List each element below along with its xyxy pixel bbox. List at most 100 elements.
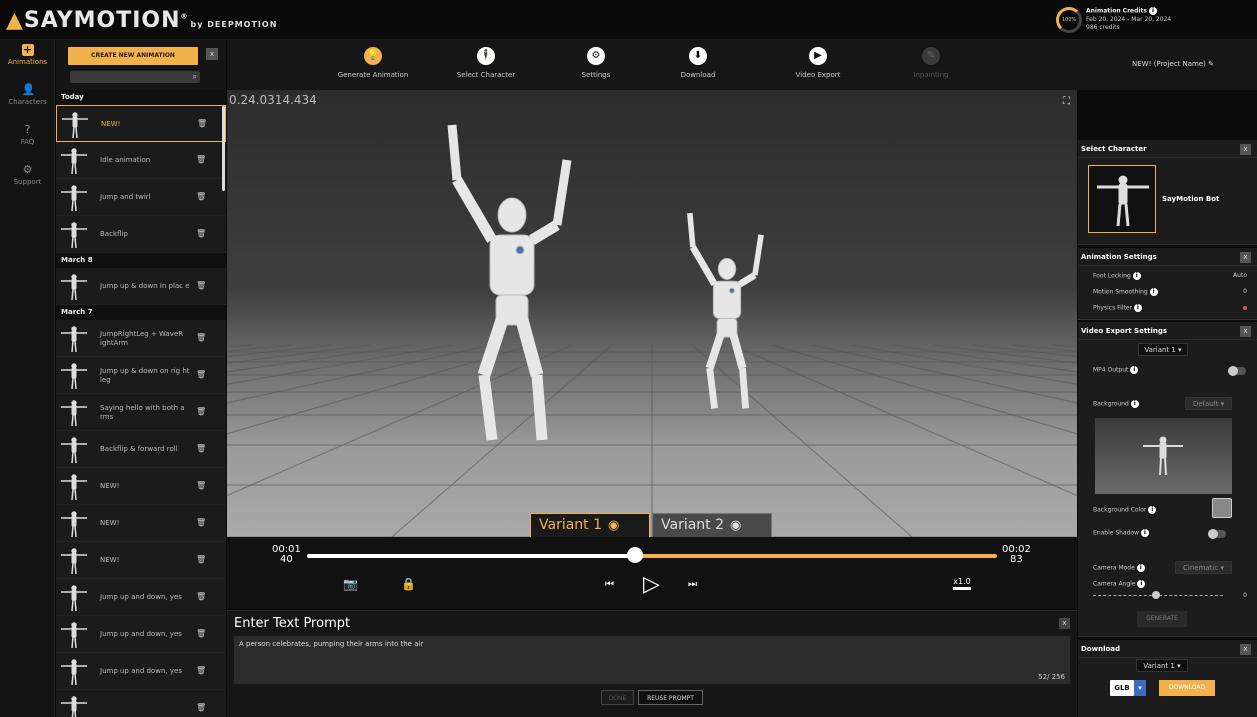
history-item[interactable]: Backflip & forward roll 🗑 (56, 431, 226, 468)
history-item[interactable]: 🗑 (56, 690, 226, 717)
history-item[interactable]: NEW! 🗑 (56, 468, 226, 505)
trash-icon[interactable]: 🗑 (196, 281, 206, 291)
history-item[interactable]: Backflip 🗑 (56, 216, 226, 253)
trash-icon[interactable]: 🗑 (196, 370, 206, 380)
pencil-icon[interactable]: ✎ (1208, 60, 1214, 68)
history-scrollbar[interactable] (222, 106, 225, 191)
reuse-prompt-button[interactable]: REUSE PROMPT (638, 690, 703, 705)
camera-angle-handle[interactable] (1152, 591, 1160, 599)
info-icon[interactable]: i (1149, 7, 1157, 15)
trash-icon[interactable]: 🗑 (196, 229, 206, 239)
info-icon[interactable]: i (1130, 400, 1139, 408)
project-name[interactable]: NEW! (Project Name) ✎ (1132, 60, 1214, 68)
history-item[interactable]: JumpRightLeg + WaveR ightArm 🗑 (56, 320, 226, 357)
mp4-output-toggle[interactable] (1228, 366, 1246, 376)
create-new-animation-button[interactable]: CREATE NEW ANIMATION (68, 47, 198, 65)
trash-icon[interactable]: 🗑 (197, 119, 207, 129)
enable-shadow-toggle[interactable] (1208, 529, 1226, 539)
video-export-variant-select[interactable]: Variant 1 ▾ (1138, 343, 1188, 356)
trash-icon[interactable]: 🗑 (196, 592, 206, 602)
variant-1-tab[interactable]: Variant 1 ◉ (530, 513, 650, 537)
info-icon[interactable]: i (1132, 272, 1141, 280)
eye-icon[interactable]: ◉ (608, 515, 619, 537)
trash-icon[interactable]: 🗑 (196, 518, 206, 528)
history-item[interactable]: Jump up & down in plac e 🗑 (56, 268, 226, 305)
trash-icon[interactable]: 🗑 (196, 481, 206, 491)
rail-item-characters[interactable]: 👤 Characters (0, 80, 55, 120)
tool-select-character[interactable]: 🕴 Select Character (441, 47, 531, 79)
trash-icon[interactable]: 🗑 (196, 703, 206, 713)
info-icon[interactable]: i (1136, 564, 1145, 572)
info-icon[interactable]: i (1133, 304, 1142, 312)
info-icon[interactable]: i (1148, 506, 1157, 514)
camera-icon[interactable]: 📷 (343, 577, 358, 591)
lock-icon[interactable]: 🔒 (401, 577, 416, 591)
trash-icon[interactable]: 🗑 (196, 192, 206, 202)
current-time: 00:01 40 (272, 545, 301, 565)
history-item[interactable]: Jump up and down, yes 🗑 (56, 616, 226, 653)
character-thumbnail[interactable] (1088, 165, 1156, 233)
play-icon[interactable]: ▷ (643, 572, 660, 597)
format-select[interactable]: GLB (1110, 680, 1134, 696)
history-item[interactable]: NEW! 🗑 (56, 542, 226, 579)
skip-forward-icon[interactable]: ⏭ (688, 579, 697, 590)
animation-credits[interactable]: 100% Animation Credits i Feb 20, 2024 - … (1056, 7, 1246, 35)
skip-back-icon[interactable]: ⏮ (605, 579, 614, 590)
trash-icon[interactable]: 🗑 (196, 444, 206, 454)
timeline-track[interactable] (307, 554, 997, 558)
3d-viewport[interactable]: 0.24.0314.434 ⛶ Variant 1 ◉ Variant 2 ◉ (227, 90, 1077, 537)
tool-generate-animation[interactable]: 💡 Generate Animation (328, 47, 418, 79)
timeline-scrubber[interactable] (626, 547, 643, 563)
download-button[interactable]: DOWNLOAD (1159, 680, 1215, 696)
history-list[interactable]: Today NEW! 🗑 Idle animation 🗑 Jump and twirl 🗑… (56, 90, 226, 717)
history-item-label: Jump up & down in plac e (100, 282, 190, 290)
prompt-textarea[interactable]: A person celebrates, pumping their arms … (234, 636, 1070, 684)
history-item[interactable]: Jump and twirl 🗑 (56, 179, 226, 216)
physics-filter-dot[interactable] (1243, 306, 1247, 310)
history-item[interactable]: NEW! 🗑 (56, 505, 226, 542)
background-color-swatch[interactable] (1212, 498, 1232, 518)
info-icon[interactable]: i (1149, 288, 1158, 296)
tool-settings[interactable]: ⚙ Settings (551, 47, 641, 79)
trash-icon[interactable]: 🗑 (196, 155, 206, 165)
eye-icon[interactable]: ◉ (730, 515, 741, 537)
info-icon[interactable]: i (1137, 580, 1146, 588)
trash-icon[interactable]: 🗑 (196, 629, 206, 639)
history-close-button[interactable]: x (206, 48, 218, 60)
tool-download[interactable]: ⬇ Download (653, 47, 743, 79)
prompt-close-button[interactable]: x (1059, 618, 1070, 629)
playback-speed[interactable]: x1.0 (953, 577, 971, 590)
history-search-input[interactable]: ⌕ (70, 71, 200, 83)
history-item[interactable]: Idle animation 🗑 (56, 142, 226, 179)
background-select[interactable]: Default ▾ (1185, 397, 1232, 410)
trash-icon[interactable]: 🗑 (196, 555, 206, 565)
foot-locking-value[interactable]: Auto (1233, 272, 1247, 279)
format-chevron-down-icon[interactable]: ▾ (1134, 680, 1146, 696)
trash-icon[interactable]: 🗑 (196, 666, 206, 676)
animation-settings-close-button[interactable]: x (1240, 252, 1251, 263)
variant-2-tab[interactable]: Variant 2 ◉ (652, 513, 772, 537)
rail-item-support[interactable]: ⚙ Support (0, 160, 55, 200)
info-icon[interactable]: i (1130, 366, 1139, 374)
trash-icon[interactable]: 🗑 (196, 407, 206, 417)
tool-video-export[interactable]: ▶ Video Export (773, 47, 863, 79)
rail-item-animations[interactable]: + Animations (0, 40, 55, 80)
motion-smoothing-value[interactable]: 0 (1243, 288, 1247, 295)
camera-mode-select[interactable]: Cinematic ▾ (1175, 561, 1232, 574)
generate-button[interactable]: GENERATE (1137, 611, 1187, 627)
fullscreen-icon[interactable]: ⛶ (1063, 96, 1070, 107)
download-variant-select[interactable]: Variant 1 ▾ (1136, 659, 1188, 672)
history-item[interactable]: Jump up and down, yes 🗑 (56, 579, 226, 616)
trash-icon[interactable]: 🗑 (196, 333, 206, 343)
history-item[interactable]: Jump up and down, yes 🗑 (56, 653, 226, 690)
done-button[interactable]: DONE (601, 690, 634, 705)
history-item[interactable]: NEW! 🗑 (56, 105, 226, 142)
rail-item-faq[interactable]: ? FAQ (0, 120, 55, 160)
select-character-close-button[interactable]: x (1240, 144, 1251, 155)
video-export-close-button[interactable]: x (1240, 326, 1251, 337)
download-close-button[interactable]: x (1240, 644, 1251, 655)
tool-inpainting[interactable]: ✎ Inpainting (886, 47, 976, 79)
history-item[interactable]: Jump up & down on rig ht leg 🗑 (56, 357, 226, 394)
info-icon[interactable]: i (1140, 529, 1149, 537)
history-item[interactable]: Saying hello with both a rms 🗑 (56, 394, 226, 431)
